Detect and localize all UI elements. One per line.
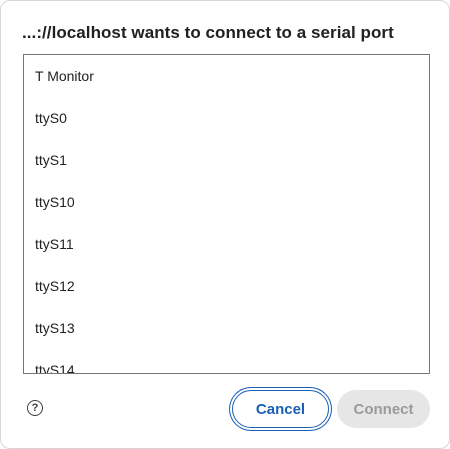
port-list-item[interactable]: T Monitor [24,55,429,97]
port-list-item[interactable]: ttyS13 [24,307,429,349]
port-list-item[interactable]: ttyS12 [24,265,429,307]
port-list-item[interactable]: ttyS11 [24,223,429,265]
cancel-button[interactable]: Cancel [232,390,329,428]
port-list-item[interactable]: ttyS14 [24,349,429,373]
port-list-item[interactable]: ttyS1 [24,139,429,181]
port-list-item[interactable]: ttyS10 [24,181,429,223]
connect-button[interactable]: Connect [337,390,430,428]
help-glyph: ? [31,401,39,414]
serial-port-dialog: ...://localhost wants to connect to a se… [0,0,450,449]
port-list[interactable]: T Monitor ttyS0 ttyS1 ttyS10 ttyS11 ttyS… [23,54,430,374]
port-list-item[interactable]: ttyS0 [24,97,429,139]
help-icon[interactable]: ? [27,400,43,416]
dialog-title: ...://localhost wants to connect to a se… [22,23,394,42]
